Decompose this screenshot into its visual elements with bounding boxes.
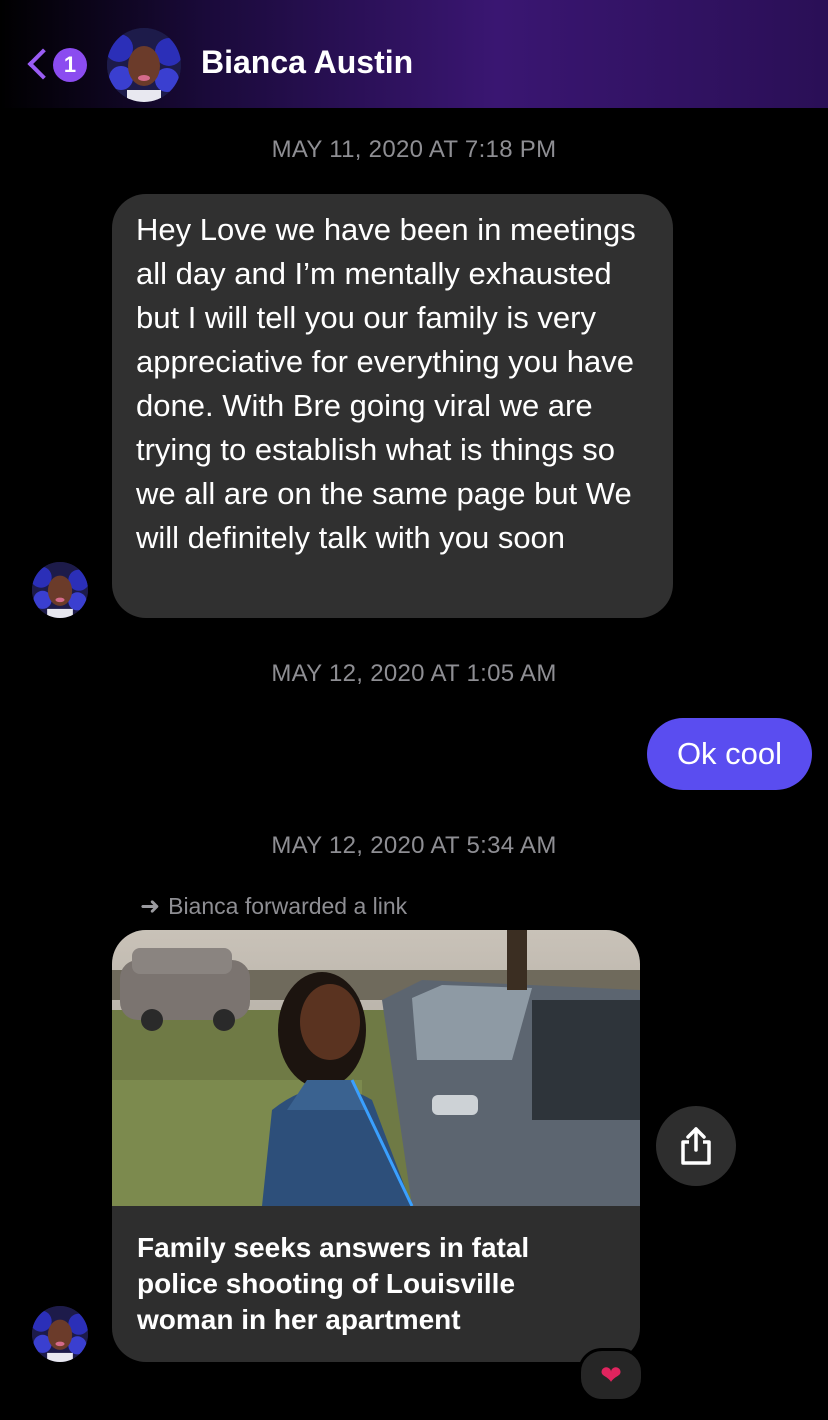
heart-icon: ❤ <box>600 1359 622 1390</box>
contact-name[interactable]: Bianca Austin <box>201 44 413 81</box>
link-preview-image <box>112 930 640 1206</box>
back-button[interactable]: 1 <box>22 40 92 88</box>
unread-badge: 1 <box>53 48 87 82</box>
link-title[interactable]: Family seeks answers in fatal police sho… <box>137 1230 607 1338</box>
timestamp: MAY 12, 2020 AT 1:05 AM <box>271 660 557 687</box>
forward-note: ➜ Bianca forwarded a link <box>140 892 407 921</box>
arrow-right-icon: ➜ <box>140 893 161 920</box>
share-icon <box>681 1127 711 1165</box>
share-button[interactable] <box>656 1106 736 1186</box>
forward-note-text: Bianca forwarded a link <box>168 893 408 919</box>
contact-avatar[interactable] <box>107 28 181 102</box>
reaction-badge[interactable]: ❤ <box>578 1348 644 1402</box>
link-preview-card[interactable]: Family seeks answers in fatal police sho… <box>112 930 640 1362</box>
outgoing-message[interactable]: Ok cool <box>647 718 812 790</box>
timestamp: MAY 11, 2020 AT 7:18 PM <box>271 136 557 163</box>
sender-avatar[interactable] <box>32 562 88 618</box>
timestamp: MAY 12, 2020 AT 5:34 AM <box>271 832 557 859</box>
sender-avatar[interactable] <box>32 1306 88 1362</box>
chat-header: 1 Bianca Austin <box>0 0 828 108</box>
incoming-message[interactable]: Hey Love we have been in meetings all da… <box>112 194 673 618</box>
